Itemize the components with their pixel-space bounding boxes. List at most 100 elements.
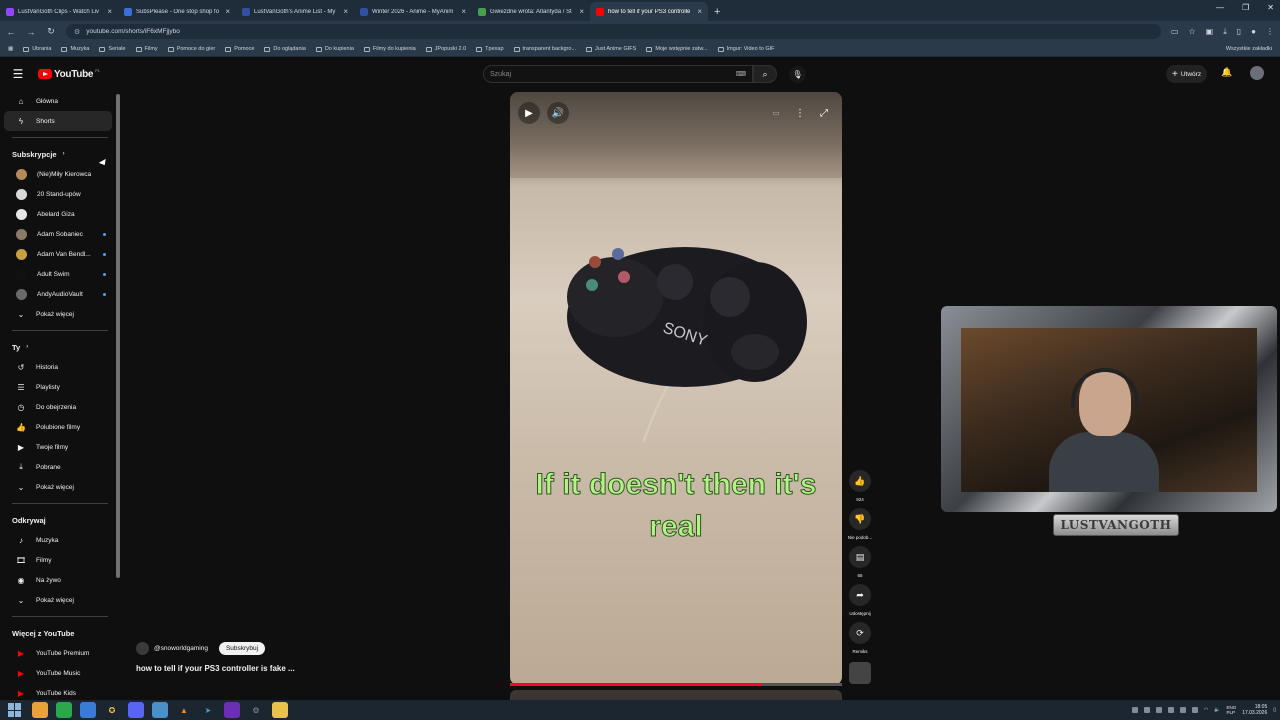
bookmark-item[interactable]: Pomoce bbox=[225, 46, 254, 52]
bookmark-item[interactable]: Tpexap bbox=[476, 46, 504, 52]
side-panel-icon[interactable]: ▯ bbox=[1237, 27, 1241, 37]
channel-name[interactable]: @snoworldgaming bbox=[154, 645, 208, 652]
sidebar-item-you[interactable]: ▶ Twoje filmy bbox=[4, 437, 112, 457]
bookmark-item[interactable]: Ubrania bbox=[23, 46, 51, 52]
close-tab-icon[interactable]: × bbox=[343, 7, 348, 16]
sidebar-item-subscription[interactable]: Adam Sobaniec bbox=[4, 224, 112, 244]
bookmark-item[interactable]: Pomoce do gier bbox=[167, 46, 215, 52]
cast-icon[interactable]: ▭ bbox=[1171, 27, 1179, 37]
apps-grid-icon[interactable]: ▦ bbox=[8, 46, 13, 52]
bookmark-item[interactable]: Seriale bbox=[99, 46, 126, 52]
obs-icon[interactable] bbox=[224, 702, 240, 718]
video-title[interactable]: how to tell if your PS3 controller is fa… bbox=[136, 664, 295, 673]
browser-tab[interactable]: LustVanGoth's Anime List - My × bbox=[236, 2, 354, 21]
search-input[interactable]: Szukaj ⌨ bbox=[483, 65, 753, 83]
sidebar-item-subscription[interactable]: 20 Stand-upów bbox=[4, 184, 112, 204]
sidebar-scrollbar[interactable] bbox=[116, 94, 120, 578]
browser-tab[interactable]: LustVanGoth Clips - Watch Liv × bbox=[0, 2, 118, 21]
remix-action[interactable]: ⟳ Remiks bbox=[849, 622, 871, 654]
close-tab-icon[interactable]: × bbox=[461, 7, 466, 16]
like-action[interactable]: 👍 924 bbox=[849, 470, 871, 502]
sidebar-item-subscription[interactable]: (Nie)Miły Kierowca bbox=[4, 164, 112, 184]
sidebar-item-you[interactable]: ⤓ Pobrane bbox=[4, 457, 112, 477]
discord-icon[interactable] bbox=[128, 702, 144, 718]
browser-tab[interactable]: Winter 2026 - Anime - MyAnim × bbox=[354, 2, 472, 21]
sidebar-item-you[interactable]: ↺ Historia bbox=[4, 357, 112, 377]
maximize-icon[interactable]: ❐ bbox=[1242, 3, 1249, 12]
dislike-icon[interactable]: 👎 bbox=[849, 508, 871, 530]
bookmark-item[interactable]: JPopuski 2.0 bbox=[425, 46, 466, 52]
like-icon[interactable]: 👍 bbox=[849, 470, 871, 492]
bookmark-item[interactable]: Filmy do kupienia bbox=[363, 46, 416, 52]
notifications-bell-icon[interactable]: 🔔 bbox=[1221, 67, 1232, 78]
dislike-action[interactable]: 👎 Nie podob... bbox=[848, 508, 872, 540]
hamburger-menu-icon[interactable]: ☰ bbox=[0, 67, 36, 81]
bookmark-item[interactable]: transparent backgro... bbox=[513, 46, 576, 52]
settings-gear-icon[interactable]: ⚙ bbox=[248, 702, 264, 718]
bookmark-item[interactable]: Just Anime GIFS bbox=[586, 46, 636, 52]
close-tab-icon[interactable]: × bbox=[107, 7, 112, 16]
channel-avatar[interactable] bbox=[136, 642, 149, 655]
app-icon[interactable] bbox=[152, 702, 168, 718]
sidebar-item-subscription[interactable]: AndyAudioVault bbox=[4, 284, 112, 304]
play-button[interactable]: ▶ bbox=[518, 102, 540, 124]
sidebar-item-subscription[interactable]: Adult Swim bbox=[4, 264, 112, 284]
shorts-player[interactable]: ▶ 🔊 ▭ ⋮ ⤢ SONY If it doesn't then it's r… bbox=[510, 92, 842, 685]
comment-icon[interactable]: ▤ bbox=[849, 546, 871, 568]
tray-icon[interactable] bbox=[1167, 707, 1174, 713]
start-button[interactable] bbox=[8, 703, 22, 717]
sidebar-item-shorts[interactable]: ϟ Shorts bbox=[4, 111, 112, 131]
sidebar-item-explore[interactable]: 🎞 Filmy bbox=[4, 550, 112, 570]
all-bookmarks[interactable]: Wszystkie zakładki bbox=[1223, 46, 1272, 52]
share-icon[interactable]: ➦ bbox=[849, 584, 871, 606]
spotify-icon[interactable] bbox=[56, 702, 72, 718]
show-more-subscriptions[interactable]: ⌄ Pokaż więcej bbox=[4, 304, 112, 324]
you-header[interactable]: Ty › bbox=[0, 337, 120, 357]
sidebar-item-explore[interactable]: ♪ Muzyka bbox=[4, 530, 112, 550]
volume-button[interactable]: 🔊 bbox=[547, 102, 569, 124]
close-tab-icon[interactable]: × bbox=[225, 7, 230, 16]
clock[interactable]: 18:05 17.03.2026 bbox=[1242, 704, 1267, 716]
show-more-explore[interactable]: ⌄ Pokaż więcej bbox=[4, 590, 112, 610]
back-icon[interactable]: ← bbox=[6, 27, 16, 37]
subscribe-button[interactable]: Subskrybuj bbox=[218, 642, 266, 655]
sidebar-item-you[interactable]: 👍 Polubione filmy bbox=[4, 417, 112, 437]
bookmark-item[interactable]: Do oglądania bbox=[264, 46, 306, 52]
forward-icon[interactable]: → bbox=[26, 27, 36, 37]
bookmark-item[interactable]: Filmy bbox=[135, 46, 158, 52]
browser-tab[interactable]: Gwiezdne wrota: Atlantyda / St × bbox=[472, 2, 590, 21]
tray-icon[interactable] bbox=[1143, 707, 1150, 713]
sidebar-item-subscription[interactable]: Adam Van Bendl... bbox=[4, 244, 112, 264]
telegram-icon[interactable]: ➤ bbox=[200, 702, 216, 718]
sidebar-item-home[interactable]: ⌂ Główna bbox=[4, 91, 112, 111]
file-explorer-icon[interactable] bbox=[272, 702, 288, 718]
sidebar-item-explore[interactable]: ◉ Na żywo bbox=[4, 570, 112, 590]
youtube-logo[interactable]: YouTube PL bbox=[38, 68, 100, 80]
bookmark-item[interactable]: Imgur: Video to GIF bbox=[717, 46, 775, 52]
reload-icon[interactable]: ↻ bbox=[46, 26, 56, 37]
minimize-icon[interactable]: — bbox=[1216, 3, 1224, 12]
download-icon[interactable]: ⤓ bbox=[1223, 27, 1227, 37]
sidebar-item-youtube-app[interactable]: ▶ YouTube Music bbox=[4, 663, 112, 683]
bookmark-item[interactable]: Muzyka bbox=[61, 46, 89, 52]
tray-icon[interactable] bbox=[1191, 707, 1198, 713]
comments-action[interactable]: ▤ 65 bbox=[849, 546, 871, 578]
browser-alt-icon[interactable] bbox=[80, 702, 96, 718]
extension-icon[interactable]: ▣ bbox=[1206, 27, 1214, 37]
close-tab-icon[interactable]: × bbox=[697, 7, 702, 16]
tray-icon[interactable] bbox=[1131, 707, 1138, 713]
voice-search-button[interactable]: 🎙 bbox=[789, 66, 806, 83]
sidebar-item-you[interactable]: ☰ Playlisty bbox=[4, 377, 112, 397]
notification-center-icon[interactable]: ▯ bbox=[1273, 707, 1276, 713]
remix-icon[interactable]: ⟳ bbox=[849, 622, 871, 644]
next-short-peek[interactable] bbox=[510, 690, 842, 700]
bookmark-star-icon[interactable]: ☆ bbox=[1188, 27, 1195, 37]
steam-icon[interactable]: ✪ bbox=[104, 702, 120, 718]
tray-icon[interactable] bbox=[1155, 707, 1162, 713]
profile-icon[interactable]: ● bbox=[1251, 27, 1256, 37]
tray-icon[interactable] bbox=[1179, 707, 1186, 713]
search-button[interactable]: ⌕ bbox=[753, 65, 777, 83]
sidebar-item-subscription[interactable]: Abelard Giza bbox=[4, 204, 112, 224]
speaker-icon[interactable]: 🔈 bbox=[1214, 707, 1220, 713]
sound-thumbnail[interactable] bbox=[849, 660, 871, 684]
